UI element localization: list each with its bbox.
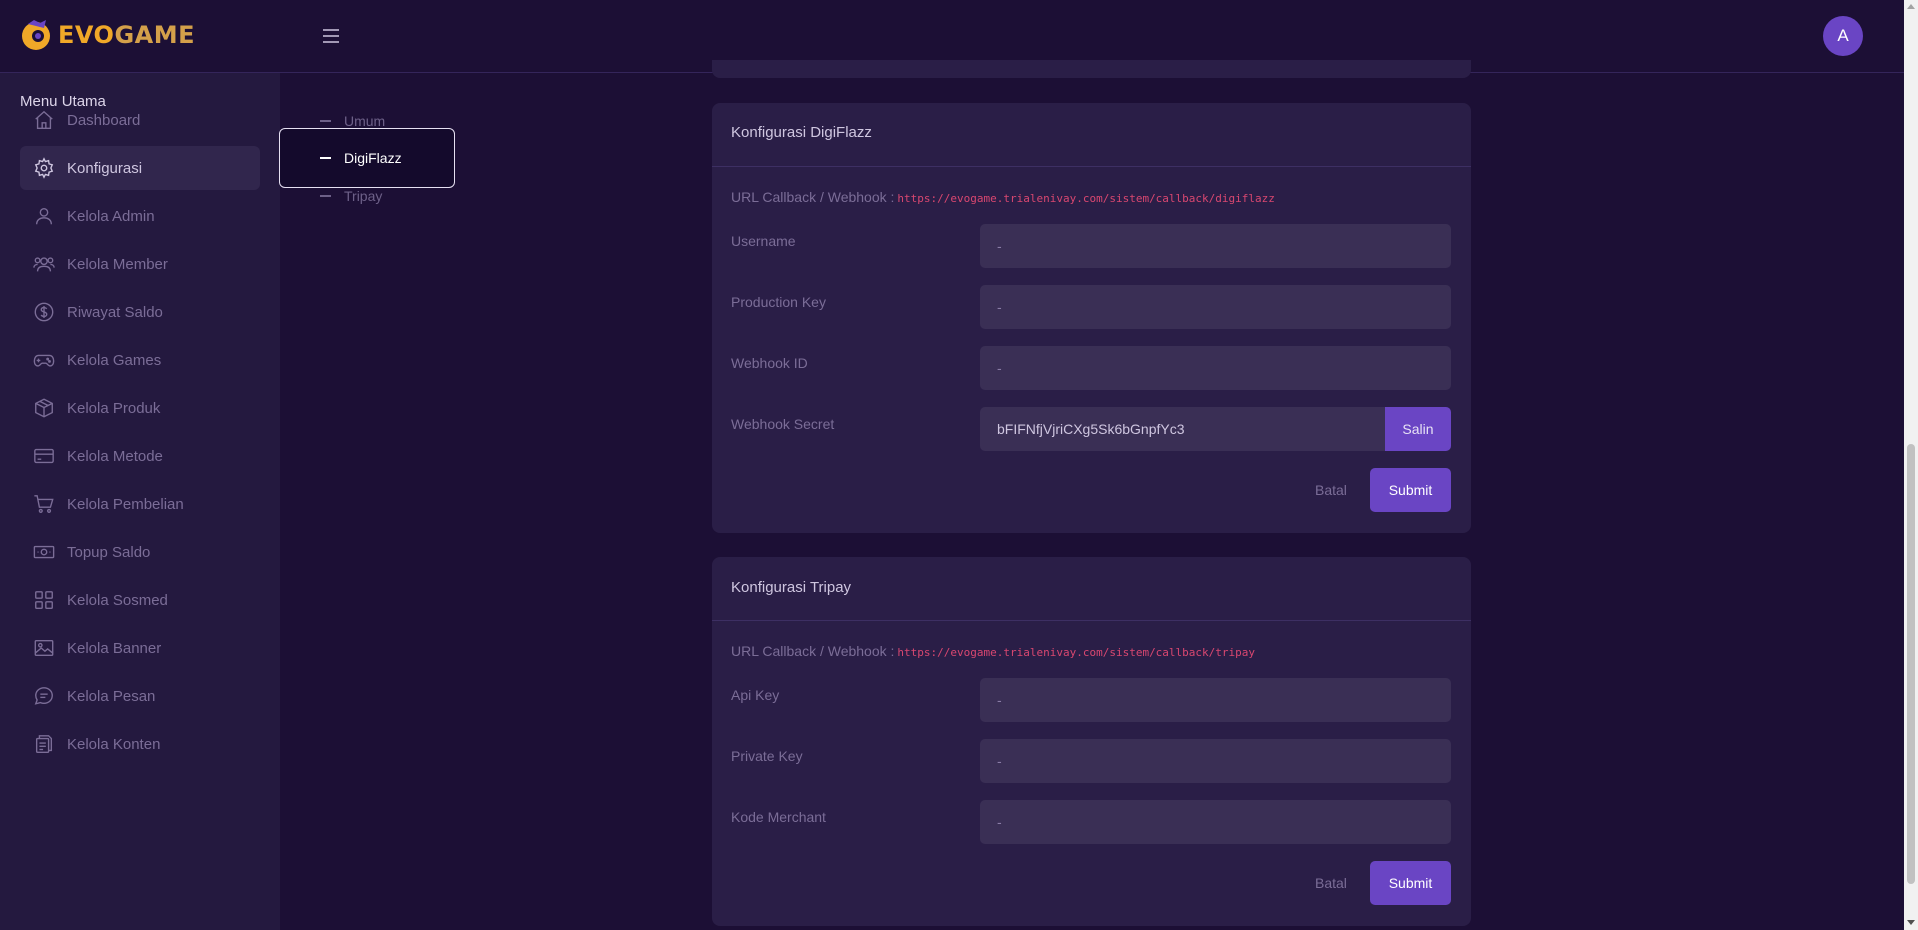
sidebar-item-label: Kelola Produk xyxy=(67,399,161,417)
sidebar-item-label: Kelola Admin xyxy=(67,207,155,225)
webhook-url-line: URL Callback / Webhook : https://evogame.… xyxy=(731,643,1255,659)
box-icon xyxy=(33,397,55,419)
sidebar-item-kelola-metode[interactable]: Kelola Metode xyxy=(20,434,260,478)
subnav-item-label: DigiFlazz xyxy=(344,150,402,166)
submit-button[interactable]: Submit xyxy=(1370,468,1451,512)
copy-button[interactable]: Salin xyxy=(1385,407,1451,451)
username-field[interactable]: - xyxy=(980,224,1451,268)
sidebar-item-label: Dashboard xyxy=(67,111,141,129)
username-label: Username xyxy=(731,233,796,249)
card-title: Konfigurasi Tripay xyxy=(731,579,852,596)
subnav-item-label: Umum xyxy=(344,113,386,129)
gear-icon xyxy=(33,157,55,179)
webhook-id-field[interactable]: - xyxy=(980,346,1451,390)
sidebar-item-label: Kelola Konten xyxy=(67,735,161,753)
kode-merchant-field[interactable]: - xyxy=(980,800,1451,844)
api-key-label: Api Key xyxy=(731,687,780,703)
image-icon xyxy=(33,637,55,659)
private-key-field[interactable]: - xyxy=(980,739,1451,783)
sidebar-item-label: Konfigurasi xyxy=(67,159,143,177)
user-icon xyxy=(33,205,55,227)
subnav-item-umum[interactable]: Umum xyxy=(320,113,385,129)
sidebar-item-kelola-produk[interactable]: Kelola Produk xyxy=(20,386,260,430)
dash-icon xyxy=(320,157,331,159)
sidebar-item-kelola-banner[interactable]: Kelola Banner xyxy=(20,626,260,670)
production-key-field[interactable]: - xyxy=(980,285,1451,329)
private-key-label: Private Key xyxy=(731,748,803,764)
logo-icon xyxy=(22,20,50,50)
divider xyxy=(712,620,1471,621)
sidebar-item-label: Kelola Banner xyxy=(67,639,162,657)
sidebar-item-konfigurasi[interactable]: Konfigurasi xyxy=(20,146,260,190)
webhook-url-label: URL Callback / Webhook : xyxy=(731,643,895,659)
sidebar-item-kelola-member[interactable]: Kelola Member xyxy=(20,242,260,286)
sidebar-item-label: Kelola Pesan xyxy=(67,687,156,705)
cancel-button[interactable]: Batal xyxy=(1315,875,1347,891)
banknote-icon xyxy=(33,541,55,563)
webhook-url-label: URL Callback / Webhook : xyxy=(731,189,895,205)
sidebar-item-label: Topup Saldo xyxy=(67,543,151,561)
sidebar-item-label: Kelola Metode xyxy=(67,447,163,465)
sidebar-item-dashboard[interactable]: Dashboard xyxy=(20,98,260,142)
document-icon xyxy=(33,733,55,755)
menu-toggle-icon[interactable] xyxy=(322,27,340,45)
production-key-label: Production Key xyxy=(731,294,826,310)
cancel-button[interactable]: Batal xyxy=(1315,482,1347,498)
webhook-secret-label: Webhook Secret xyxy=(731,416,835,432)
sidebar-item-label: Riwayat Saldo xyxy=(67,303,163,321)
tripay-card: Konfigurasi Tripay URL Callback / Webhoo… xyxy=(712,557,1471,926)
sidebar-item-kelola-sosmed[interactable]: Kelola Sosmed xyxy=(20,578,260,622)
scroll-down-arrow-icon[interactable] xyxy=(1907,920,1915,925)
credit-card-icon xyxy=(33,445,55,467)
webhook-url-value[interactable]: https://evogame.trialenivay.com/sistem/c… xyxy=(897,646,1255,659)
api-key-field[interactable]: - xyxy=(980,678,1451,722)
sidebar-item-kelola-pembelian[interactable]: Kelola Pembelian xyxy=(20,482,260,526)
sidebar-item-kelola-games[interactable]: Kelola Games xyxy=(20,338,260,382)
users-icon xyxy=(33,253,55,275)
home-icon xyxy=(33,109,55,131)
sidebar-item-label: Kelola Pembelian xyxy=(67,495,184,513)
webhook-url-line: URL Callback / Webhook : https://evogame.… xyxy=(731,189,1275,205)
page-scrollbar[interactable] xyxy=(1904,0,1918,930)
dash-icon xyxy=(320,120,331,122)
logo-text: EVOGAME xyxy=(58,21,196,49)
webhook-url-value[interactable]: https://evogame.trialenivay.com/sistem/c… xyxy=(897,192,1275,205)
scrollbar-thumb[interactable] xyxy=(1907,444,1915,884)
sidebar-item-kelola-pesan[interactable]: Kelola Pesan xyxy=(20,674,260,718)
sidebar-item-topup-saldo[interactable]: Topup Saldo xyxy=(20,530,260,574)
gamepad-icon xyxy=(33,349,55,371)
cart-icon xyxy=(33,493,55,515)
sidebar-item-label: Kelola Sosmed xyxy=(67,591,168,609)
dollar-circle-icon xyxy=(33,301,55,323)
sidebar-item-kelola-admin[interactable]: Kelola Admin xyxy=(20,194,260,238)
message-icon xyxy=(33,685,55,707)
webhook-id-label: Webhook ID xyxy=(731,355,808,371)
webhook-secret-field[interactable]: bFIFNfjVjriCXg5Sk6bGnpfYc3 xyxy=(980,407,1385,451)
divider xyxy=(712,166,1471,167)
previous-card xyxy=(712,60,1471,78)
dash-icon xyxy=(320,195,331,197)
scroll-up-arrow-icon[interactable] xyxy=(1907,4,1915,9)
card-title: Konfigurasi DigiFlazz xyxy=(731,124,872,141)
subnav-item-digiflazz[interactable]: DigiFlazz xyxy=(279,128,455,188)
sidebar-item-label: Kelola Member xyxy=(67,255,168,273)
kode-merchant-label: Kode Merchant xyxy=(731,809,826,825)
logo[interactable]: EVOGAME xyxy=(20,18,195,52)
sidebar-item-riwayat-saldo[interactable]: Riwayat Saldo xyxy=(20,290,260,334)
sidebar-item-label: Kelola Games xyxy=(67,351,162,369)
avatar[interactable]: A xyxy=(1823,16,1863,56)
grid-icon xyxy=(33,589,55,611)
submit-button[interactable]: Submit xyxy=(1370,861,1451,905)
subnav-item-tripay[interactable]: Tripay xyxy=(320,188,382,204)
subnav-item-label: Tripay xyxy=(344,188,383,204)
subnav-item-active: DigiFlazz xyxy=(320,150,402,166)
digiflazz-card: Konfigurasi DigiFlazz URL Callback / Web… xyxy=(712,103,1471,533)
sidebar-item-kelola-konten[interactable]: Kelola Konten xyxy=(20,722,260,766)
